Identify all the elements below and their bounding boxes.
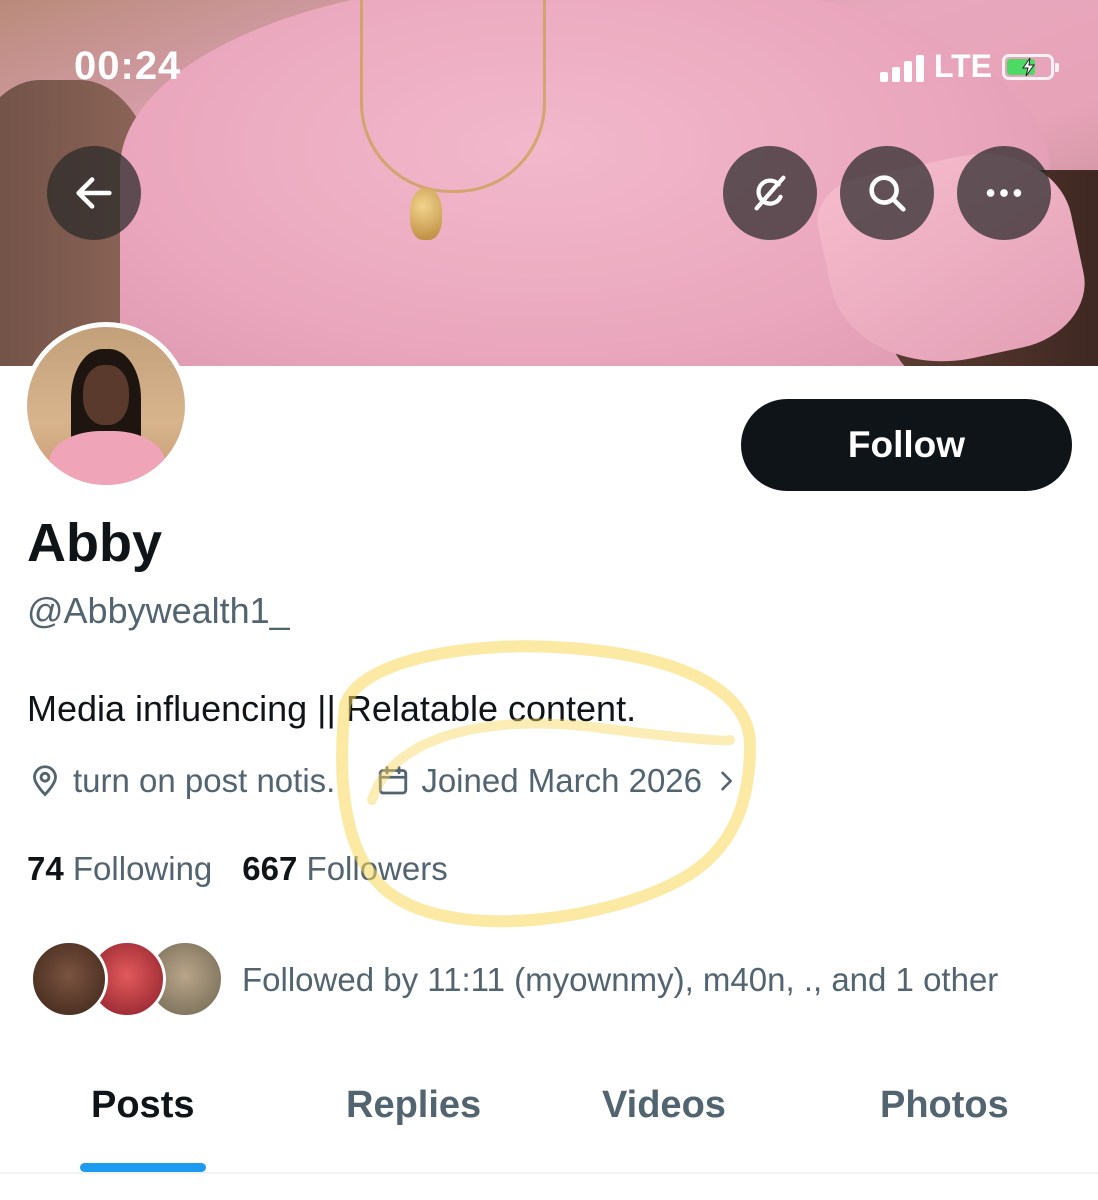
followers-link[interactable]: 667 Followers xyxy=(242,850,447,888)
tab-photos[interactable]: Photos xyxy=(880,1084,1009,1127)
tab-videos[interactable]: Videos xyxy=(602,1084,726,1127)
pendant-detail xyxy=(410,188,442,240)
avatar-photo xyxy=(27,327,185,485)
back-button[interactable] xyxy=(47,146,141,240)
grok-button[interactable] xyxy=(723,146,817,240)
profile-bio: Media influencing || Relatable content. xyxy=(27,688,637,729)
location-text: turn on post notis. xyxy=(73,762,336,799)
following-label: Following xyxy=(72,850,213,887)
avatar xyxy=(30,940,108,1018)
profile-name: Abby xyxy=(27,513,162,573)
status-indicators: LTE xyxy=(879,48,1059,85)
more-button[interactable] xyxy=(957,146,1051,240)
tab-posts[interactable]: Posts xyxy=(91,1084,194,1127)
followers-label: Followers xyxy=(306,850,448,887)
network-label: LTE xyxy=(933,48,992,84)
follower-avatars xyxy=(30,940,224,1020)
chevron-right-icon xyxy=(721,771,732,791)
follow-button[interactable]: Follow xyxy=(741,399,1072,491)
follow-stats: 74 Following 667 Followers xyxy=(27,850,448,888)
necklace-detail xyxy=(360,0,546,193)
location-pin-icon xyxy=(33,765,57,797)
more-icon xyxy=(986,189,1022,197)
profile-tabs: Posts Replies Videos Photos xyxy=(0,1060,1098,1174)
profile-handle: @Abbywealth1_ xyxy=(27,590,290,631)
search-icon xyxy=(869,175,906,212)
avatar[interactable] xyxy=(22,322,190,490)
tab-replies[interactable]: Replies xyxy=(346,1084,481,1127)
profile-meta: turn on post notis. Joined March 2026 xyxy=(27,762,740,800)
grok-icon xyxy=(754,175,786,211)
joined-item[interactable]: Joined March 2026 xyxy=(375,762,740,800)
following-link[interactable]: 74 Following xyxy=(27,850,212,888)
signal-icon xyxy=(879,52,924,82)
following-count: 74 xyxy=(27,850,64,887)
location-item: turn on post notis. xyxy=(27,762,335,800)
battery-charging-icon xyxy=(1002,53,1059,80)
followed-by[interactable]: Followed by 11:11 (myownmy), m40n, ., an… xyxy=(30,940,998,1020)
search-button[interactable] xyxy=(840,146,934,240)
joined-text: Joined March 2026 xyxy=(421,762,703,799)
followers-count: 667 xyxy=(242,850,298,887)
back-icon xyxy=(76,177,112,209)
status-time: 00:24 xyxy=(74,44,182,88)
tab-active-indicator xyxy=(80,1163,206,1172)
followed-by-text: Followed by 11:11 (myownmy), m40n, ., an… xyxy=(242,961,999,998)
calendar-icon xyxy=(379,766,408,795)
